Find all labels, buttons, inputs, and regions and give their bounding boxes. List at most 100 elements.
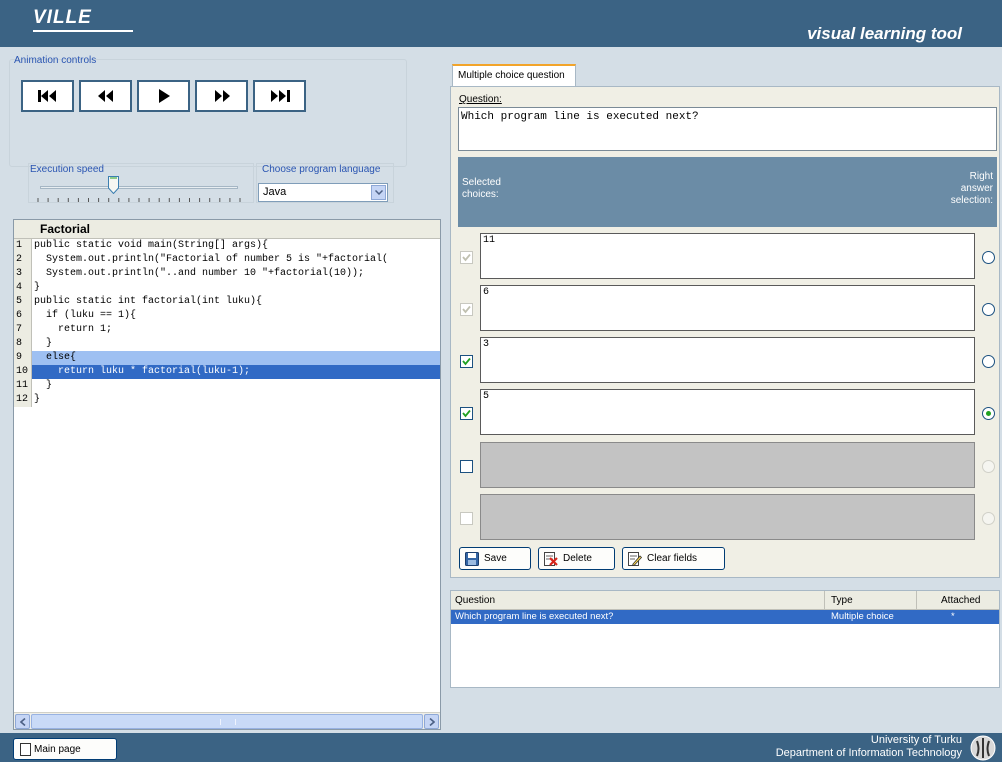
code-lines: 1 public static void main(String[] args){… xyxy=(14,239,440,407)
choice-checkbox[interactable] xyxy=(460,407,473,420)
row-type: Multiple choice xyxy=(831,611,894,622)
choice-checkbox[interactable] xyxy=(460,512,473,525)
delete-button[interactable]: Delete xyxy=(538,547,615,570)
col-question-header[interactable]: Question xyxy=(455,595,495,606)
question-input[interactable]: Which program line is executed next? xyxy=(458,107,997,151)
checkmark-icon xyxy=(462,305,471,314)
speed-slider-ticks xyxy=(37,198,241,202)
language-select[interactable]: Java xyxy=(258,183,388,202)
save-label: Save xyxy=(484,553,507,564)
selected-choices-header: Selected choices: xyxy=(462,177,501,200)
choice-text-field[interactable]: 5 xyxy=(480,389,975,435)
table-row[interactable]: Which program line is executed next? Mul… xyxy=(451,610,999,624)
checkmark-icon xyxy=(462,409,471,418)
code-line: 5 public static int factorial(int luku){ xyxy=(14,295,440,309)
code-text: return luku * factorial(luku-1); xyxy=(34,366,251,377)
language-label: Choose program language xyxy=(262,164,381,175)
answer-choice-row: 11 xyxy=(458,233,997,279)
scroll-left-icon[interactable] xyxy=(15,714,30,729)
skip-to-end-button[interactable] xyxy=(253,80,306,112)
table-header: Question Type Attached xyxy=(451,591,999,610)
main-page-button[interactable]: Main page xyxy=(13,738,117,760)
code-line: 4} xyxy=(14,281,440,295)
execution-speed-label: Execution speed xyxy=(30,164,104,175)
right-answer-radio[interactable] xyxy=(982,512,995,525)
chevron-down-icon[interactable] xyxy=(371,185,386,200)
right-answer-radio[interactable] xyxy=(982,407,995,420)
code-line: 12} xyxy=(14,393,440,407)
code-line: 1 public static void main(String[] args){ xyxy=(14,239,440,253)
line-number: 1 xyxy=(14,239,32,253)
code-text: System.out.println("..and number 10 "+fa… xyxy=(34,268,365,279)
answer-choice-row: 5 xyxy=(458,389,997,435)
choice-checkbox[interactable] xyxy=(460,303,473,316)
code-text: } xyxy=(34,338,53,349)
clear-fields-button[interactable]: Clear fields xyxy=(622,547,725,570)
horizontal-scrollbar[interactable] xyxy=(14,712,440,729)
choice-text-field[interactable]: 3 xyxy=(480,337,975,383)
rewind-icon xyxy=(97,90,113,102)
skip-to-end-icon xyxy=(270,90,290,102)
code-line: 2 System.out.println("Factorial of numbe… xyxy=(14,253,440,267)
code-line: 9 else{ xyxy=(14,351,440,365)
speed-slider-track[interactable] xyxy=(40,186,238,189)
floppy-disk-icon xyxy=(465,551,479,566)
choice-checkbox[interactable] xyxy=(460,251,473,264)
choice-text-field[interactable] xyxy=(480,494,975,540)
play-button[interactable] xyxy=(137,80,190,112)
right-answer-radio[interactable] xyxy=(982,251,995,264)
save-button[interactable]: Save xyxy=(459,547,531,570)
line-number: 6 xyxy=(14,309,32,323)
choice-checkbox[interactable] xyxy=(460,355,473,368)
question-list-table: Question Type Attached Which program lin… xyxy=(450,590,1000,688)
speed-slider-thumb[interactable] xyxy=(108,176,120,194)
scroll-right-icon[interactable] xyxy=(424,714,439,729)
choice-text-field[interactable]: 11 xyxy=(480,233,975,279)
code-line: 3 System.out.println("..and number 10 "+… xyxy=(14,267,440,281)
step-forward-button[interactable] xyxy=(195,80,248,112)
department-name: Department of Information Technology xyxy=(775,747,962,759)
delete-icon xyxy=(544,551,558,566)
step-back-button[interactable] xyxy=(79,80,132,112)
line-number: 2 xyxy=(14,253,32,267)
line-number: 10 xyxy=(14,365,32,379)
clear-fields-icon xyxy=(628,551,642,566)
right-answer-header: Right answer selection: xyxy=(950,171,993,206)
app-footer: Main page University of Turku Department… xyxy=(0,733,1002,762)
ville-logo: VILLE xyxy=(33,7,92,28)
line-number: 7 xyxy=(14,323,32,337)
question-editor-panel: Question: Which program line is executed… xyxy=(450,86,1000,578)
line-number: 8 xyxy=(14,337,32,351)
right-answer-radio[interactable] xyxy=(982,355,995,368)
logo-underline xyxy=(33,30,133,32)
answers-header: Selected choices: Right answer selection… xyxy=(458,157,997,227)
choice-text-field[interactable]: 6 xyxy=(480,285,975,331)
code-line: 10 return luku * factorial(luku-1); xyxy=(14,365,440,379)
university-logo-icon xyxy=(970,735,996,761)
right-answer-radio[interactable] xyxy=(982,303,995,316)
tab-multiple-choice-question[interactable]: Multiple choice question xyxy=(452,64,576,86)
choice-checkbox[interactable] xyxy=(460,460,473,473)
line-number: 9 xyxy=(14,351,32,365)
line-number: 12 xyxy=(14,393,32,407)
col-attached-header[interactable]: Attached xyxy=(941,595,980,606)
code-text: else{ xyxy=(34,352,77,363)
line-number: 5 xyxy=(14,295,32,309)
university-name: University of Turku xyxy=(870,734,962,746)
page-icon xyxy=(20,743,31,756)
answer-choice-row: 3 xyxy=(458,337,997,383)
app-tagline: visual learning tool xyxy=(807,24,962,43)
main-page-label: Main page xyxy=(34,743,81,755)
fast-forward-icon xyxy=(214,90,230,102)
scrollbar-thumb[interactable] xyxy=(31,714,423,729)
right-answer-radio[interactable] xyxy=(982,460,995,473)
code-line: 6 if (luku == 1){ xyxy=(14,309,440,323)
skip-to-start-button[interactable] xyxy=(21,80,74,112)
animation-controls-title: Animation controls xyxy=(14,55,97,66)
clear-fields-label: Clear fields xyxy=(647,553,698,564)
code-text: public static void main(String[] args){ xyxy=(34,240,269,251)
col-type-header[interactable]: Type xyxy=(831,595,853,606)
delete-label: Delete xyxy=(563,553,592,564)
choice-text-field[interactable] xyxy=(480,442,975,488)
answer-choice-row xyxy=(458,442,997,488)
